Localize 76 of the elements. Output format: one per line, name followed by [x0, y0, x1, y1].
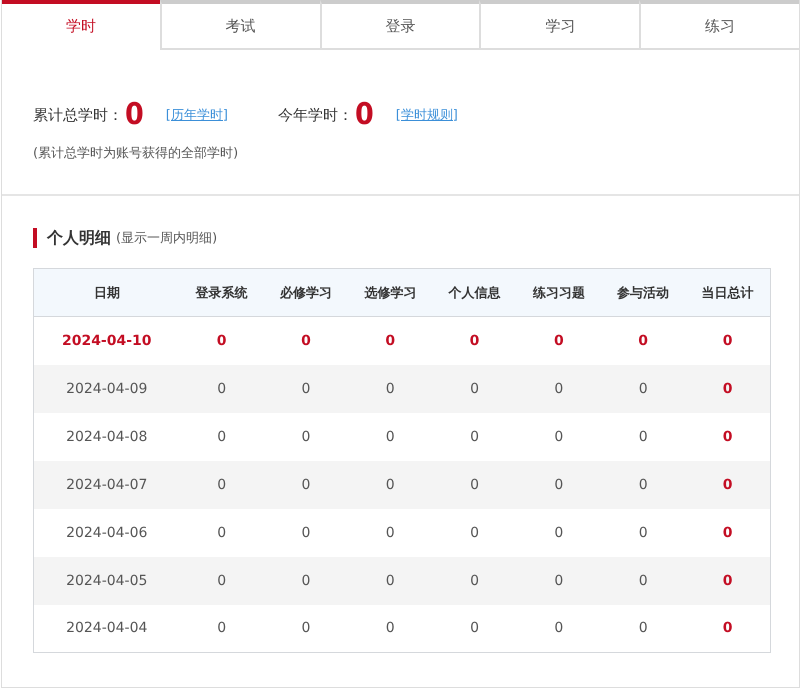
- table-cell: 0: [348, 508, 432, 556]
- stat-value: 0: [125, 98, 144, 132]
- table-cell: 0: [516, 412, 601, 460]
- table-cell: 0: [601, 556, 686, 604]
- table-cell: 0: [180, 604, 264, 652]
- table-cell: 0: [601, 508, 686, 556]
- table-cell: 0: [264, 556, 348, 604]
- table-cell: 0: [685, 556, 770, 604]
- table-cell: 0: [516, 316, 601, 364]
- table-cell: 0: [516, 460, 601, 508]
- column-header: 参与活动: [601, 268, 686, 316]
- table-cell: 0: [685, 412, 770, 460]
- table-cell: 0: [180, 364, 264, 412]
- table-cell: 0: [516, 556, 601, 604]
- table-cell: 0: [685, 460, 770, 508]
- table-cell: 2024-04-09: [34, 364, 180, 412]
- table-cell: 0: [180, 412, 264, 460]
- column-header: 当日总计: [685, 268, 770, 316]
- table-cell: 0: [180, 508, 264, 556]
- table-cell: 0: [432, 604, 517, 652]
- table-cell: 0: [601, 316, 686, 364]
- table-cell: 0: [432, 460, 517, 508]
- column-header: 登录系统: [180, 268, 264, 316]
- table-cell: 0: [432, 556, 517, 604]
- note-text: (累计总学时为账号获得的全部学时): [33, 145, 240, 162]
- table-cell: 0: [180, 316, 264, 364]
- tab[interactable]: 学习: [479, 0, 640, 50]
- table-cell: 2024-04-06: [34, 508, 180, 556]
- stat-value: 0: [354, 98, 374, 132]
- table-cell: 0: [516, 364, 601, 412]
- table-cell: 0: [601, 364, 686, 412]
- table-cell: 0: [348, 556, 432, 604]
- table-cell: 0: [685, 364, 770, 412]
- table-cell: 0: [264, 364, 348, 412]
- tab[interactable]: 登录: [320, 0, 480, 50]
- stat-label: 今年学时：: [278, 106, 353, 124]
- table-cell: 2024-04-04: [34, 604, 180, 652]
- column-header: 练习习题: [516, 268, 601, 316]
- table-cell: 0: [516, 508, 601, 556]
- column-header: 选修学习: [348, 268, 432, 316]
- column-header: 日期: [34, 268, 180, 316]
- table-cell: 0: [432, 508, 517, 556]
- table-cell: 0: [348, 412, 432, 460]
- accent-bar: [33, 228, 37, 248]
- table-cell: 0: [516, 604, 601, 652]
- table-cell: 0: [432, 412, 517, 460]
- table-cell: 0: [685, 604, 770, 652]
- table-cell: 2024-04-07: [34, 460, 180, 508]
- table-cell: 0: [348, 604, 432, 652]
- table-cell: 0: [348, 316, 432, 364]
- table-cell: 0: [432, 316, 517, 364]
- stat-label: 累计总学时：: [33, 106, 123, 124]
- table-cell: 0: [180, 556, 264, 604]
- table-cell: 0: [348, 364, 432, 412]
- column-header: 个人信息: [432, 268, 517, 316]
- table-cell: 0: [180, 460, 264, 508]
- column-header: 必修学习: [264, 268, 348, 316]
- tab[interactable]: 练习: [639, 0, 799, 50]
- table-cell: 2024-04-08: [34, 412, 180, 460]
- table-cell: 0: [601, 604, 686, 652]
- table-cell: 0: [264, 412, 348, 460]
- table-cell: 0: [348, 460, 432, 508]
- table-cell: 0: [685, 316, 770, 364]
- table-cell: 0: [264, 316, 348, 364]
- table-cell: 0: [264, 460, 348, 508]
- table-cell: 0: [601, 460, 686, 508]
- tab[interactable]: 考试: [160, 0, 320, 50]
- table-cell: 0: [432, 364, 517, 412]
- table-cell: 2024-04-10: [34, 316, 180, 364]
- section-title: 个人明细: [47, 228, 111, 248]
- table-cell: 0: [685, 508, 770, 556]
- table-cell: 0: [264, 508, 348, 556]
- table-cell: 0: [264, 604, 348, 652]
- table-cell: 2024-04-05: [34, 556, 180, 604]
- table-cell: 0: [601, 412, 686, 460]
- section-subtitle: (显示一周内明细): [116, 230, 218, 247]
